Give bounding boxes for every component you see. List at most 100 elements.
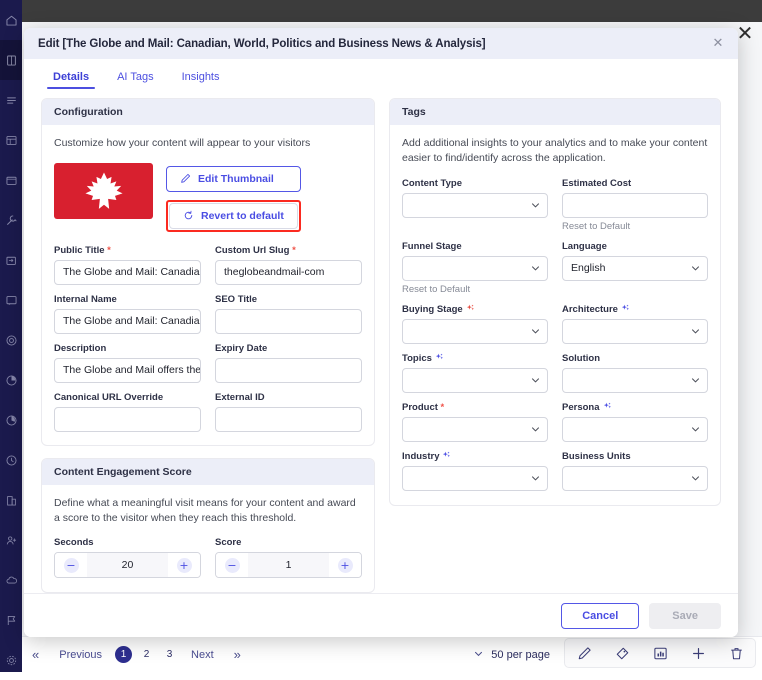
solution-select[interactable]: [562, 368, 708, 393]
sidebar-item-target[interactable]: [0, 320, 22, 360]
pencil-icon[interactable]: [577, 646, 592, 661]
score-value[interactable]: 1: [248, 553, 329, 577]
pagination-last[interactable]: »: [224, 647, 251, 662]
sidebar-item-window[interactable]: [0, 160, 22, 200]
reset-to-default-link[interactable]: Reset to Default: [562, 221, 708, 232]
pagination-page-2[interactable]: 2: [138, 646, 155, 663]
plus-icon[interactable]: [691, 646, 706, 661]
score-increment-button[interactable]: +: [329, 553, 361, 577]
internal-name-input[interactable]: The Globe and Mail: Canadian,: [54, 309, 201, 334]
field-topics: Topics: [402, 353, 548, 393]
sidebar-item-settings[interactable]: [0, 640, 22, 680]
modal-header: Edit [The Globe and Mail: Canadian, Worl…: [24, 28, 738, 59]
custom-url-slug-input[interactable]: theglobeandmail-com: [215, 260, 362, 285]
modal-tabs[interactable]: Details AI Tags Insights: [24, 59, 738, 89]
sidebar-item-donut[interactable]: [0, 400, 22, 440]
content-type-select[interactable]: [402, 193, 548, 218]
sidebar-item-flag[interactable]: [0, 600, 22, 640]
tab-insights[interactable]: Insights: [170, 68, 232, 89]
chevron-down-icon: [531, 425, 540, 434]
close-icon[interactable]: ✕: [710, 36, 726, 52]
ai-sparkle-icon[interactable]: [603, 402, 612, 411]
sidebar-item-table[interactable]: [0, 120, 22, 160]
per-page-label: 50 per page: [491, 649, 550, 661]
persona-select[interactable]: [562, 417, 708, 442]
field-label: Industry: [402, 451, 548, 462]
seconds-decrement-button[interactable]: −: [55, 553, 87, 577]
message-icon: [5, 294, 18, 307]
sidebar-item-content[interactable]: [0, 40, 22, 80]
sidebar-item-clock[interactable]: [0, 440, 22, 480]
row-action-bar[interactable]: [564, 638, 756, 668]
maple-leaf-icon: [82, 169, 126, 213]
sidebar-item-building[interactable]: [0, 480, 22, 520]
seconds-increment-button[interactable]: +: [168, 553, 200, 577]
label-text: Content Type: [402, 178, 462, 189]
per-page-selector[interactable]: 50 per page: [474, 649, 550, 661]
field-canonical-url-override: Canonical URL Override: [54, 392, 201, 432]
language-select[interactable]: English: [562, 256, 708, 281]
expiry-date-input[interactable]: [215, 358, 362, 383]
app-sidebar[interactable]: [0, 0, 22, 672]
pagination-page-3[interactable]: 3: [161, 646, 178, 663]
field-label: External ID: [215, 392, 362, 403]
chevron-down-icon: [531, 264, 540, 273]
field-label: SEO Title: [215, 294, 362, 305]
buying-stage-select[interactable]: [402, 319, 548, 344]
business-units-select[interactable]: [562, 466, 708, 491]
label-text: Architecture: [562, 304, 618, 315]
revert-to-default-label: Revert to default: [201, 210, 284, 222]
seo-title-input[interactable]: [215, 309, 362, 334]
sidebar-item-tools[interactable]: [0, 200, 22, 240]
field-external-id: External ID: [215, 392, 362, 432]
field-label: Product *: [402, 402, 548, 413]
reset-to-default-link[interactable]: Reset to Default: [402, 284, 548, 295]
canonical-url-override-input[interactable]: [54, 407, 201, 432]
tab-details[interactable]: Details: [41, 68, 101, 89]
chevron-down-icon: [691, 425, 700, 434]
seconds-stepper[interactable]: − 20 +: [54, 552, 201, 578]
field-label: Solution: [562, 353, 708, 364]
sidebar-item-person-add[interactable]: [0, 520, 22, 560]
topics-select[interactable]: [402, 368, 548, 393]
edit-thumbnail-button[interactable]: Edit Thumbnail: [166, 166, 301, 192]
revert-highlight-box: Revert to default: [166, 200, 301, 232]
product-select[interactable]: [402, 417, 548, 442]
field-industry: Industry: [402, 451, 548, 491]
seconds-value[interactable]: 20: [87, 553, 168, 577]
revert-to-default-button[interactable]: Revert to default: [169, 203, 298, 229]
score-stepper[interactable]: − 1 +: [215, 552, 362, 578]
tag-icon[interactable]: [615, 646, 630, 661]
sidebar-item-home[interactable]: [0, 0, 22, 40]
chart-icon[interactable]: [653, 646, 668, 661]
score-decrement-button[interactable]: −: [216, 553, 248, 577]
label-text: Funnel Stage: [402, 241, 462, 252]
pagination-previous[interactable]: Previous: [49, 649, 112, 661]
description-input[interactable]: The Globe and Mail offers the: [54, 358, 201, 383]
estimated-cost-input[interactable]: [562, 193, 708, 218]
pagination-next[interactable]: Next: [181, 649, 224, 661]
industry-select[interactable]: [402, 466, 548, 491]
ai-sparkle-icon[interactable]: [442, 451, 451, 460]
sidebar-item-pie[interactable]: [0, 360, 22, 400]
ai-sparkle-icon[interactable]: [435, 353, 444, 362]
funnel-stage-select[interactable]: [402, 256, 548, 281]
pagination-page-1[interactable]: 1: [115, 646, 132, 663]
sidebar-item-import[interactable]: [0, 240, 22, 280]
chevron-down-icon: [531, 474, 540, 483]
cancel-button[interactable]: Cancel: [561, 603, 639, 629]
pagination-first[interactable]: «: [22, 647, 49, 662]
public-title-input[interactable]: The Globe and Mail: Canadian,: [54, 260, 201, 285]
tab-ai-tags[interactable]: AI Tags: [105, 68, 166, 89]
trash-icon[interactable]: [729, 646, 744, 661]
ai-sparkle-icon[interactable]: [466, 304, 475, 313]
modal-footer: Cancel Save: [24, 593, 738, 637]
architecture-select[interactable]: [562, 319, 708, 344]
field-label: Expiry Date: [215, 343, 362, 354]
sidebar-item-list[interactable]: [0, 80, 22, 120]
external-id-input[interactable]: [215, 407, 362, 432]
label-text: Solution: [562, 353, 600, 364]
sidebar-item-cloud[interactable]: [0, 560, 22, 600]
ai-sparkle-icon[interactable]: [621, 304, 630, 313]
sidebar-item-messages[interactable]: [0, 280, 22, 320]
